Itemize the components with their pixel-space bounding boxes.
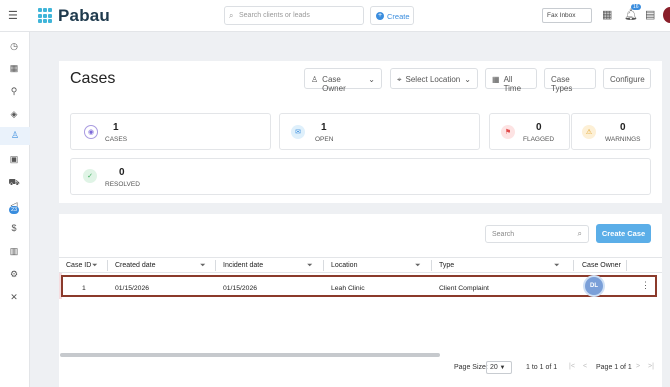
column-header[interactable]: Case Owner bbox=[582, 262, 621, 269]
fax-inbox-button[interactable]: Fax Inbox bbox=[542, 8, 592, 23]
clients-icon[interactable]: ♙ bbox=[0, 127, 30, 145]
calendar-icon[interactable]: ▦ bbox=[602, 8, 612, 21]
first-page-icon[interactable]: |< bbox=[569, 363, 575, 370]
settings-icon[interactable]: ⚙ bbox=[8, 269, 20, 280]
stat-label: FLAGGED bbox=[523, 136, 555, 143]
last-page-icon[interactable]: >| bbox=[648, 363, 654, 370]
stat-value: 0 bbox=[119, 167, 125, 178]
case-types-label: Case Types bbox=[551, 75, 573, 93]
user-icon: ♙ bbox=[311, 75, 319, 84]
filter-icon[interactable]: ⏷ bbox=[307, 262, 313, 270]
calendar-icon: ▦ bbox=[492, 75, 500, 84]
plus-icon: + bbox=[376, 12, 384, 20]
logo[interactable]: Pabau bbox=[38, 6, 110, 26]
thumbs-up-icon: ✓ bbox=[83, 169, 97, 183]
fax-label: Fax Inbox bbox=[547, 12, 576, 19]
next-page-icon[interactable]: > bbox=[636, 363, 640, 370]
chevron-down-icon: ⌄ bbox=[368, 75, 375, 84]
stat-card-flagged[interactable]: ⚑ 0 FLAGGED bbox=[489, 113, 570, 150]
menu-icon[interactable]: ☰ bbox=[8, 9, 18, 22]
stat-value: 1 bbox=[113, 122, 119, 133]
case-owner-filter[interactable]: ♙ Case Owner ⌄ bbox=[304, 68, 382, 93]
cases-icon: ◉ bbox=[84, 125, 98, 139]
cell-location: Leah Clinic bbox=[331, 285, 365, 292]
stat-card-resolved[interactable]: ✓ 0 RESOLVED bbox=[70, 158, 651, 195]
inventory-icon[interactable]: ▥ bbox=[8, 246, 20, 257]
cell-case-id: 1 bbox=[82, 285, 86, 292]
flag-icon: ⚑ bbox=[501, 125, 515, 139]
stat-label: WARNINGS bbox=[605, 136, 641, 143]
marketing-icon[interactable]: ◈ bbox=[8, 109, 20, 120]
page-size-value: 20 bbox=[490, 364, 498, 371]
top-bar: ☰ Pabau ⌕ Search clients or leads + Crea… bbox=[0, 0, 670, 32]
table-search-input[interactable]: Search ⌕ bbox=[485, 225, 589, 243]
sidebar-badge: 23 bbox=[9, 206, 20, 214]
create-case-button[interactable]: Create Case bbox=[596, 224, 651, 243]
envelope-icon: ✉ bbox=[291, 125, 305, 139]
location-pin-icon: ⌖ bbox=[397, 75, 402, 84]
stat-card-open[interactable]: ✉ 1 OPEN bbox=[279, 113, 480, 150]
chevron-down-icon: ⌄ bbox=[464, 75, 471, 84]
filter-icon[interactable]: ⏷ bbox=[92, 262, 98, 270]
stat-label: RESOLVED bbox=[105, 181, 140, 188]
stat-value: 0 bbox=[620, 122, 626, 133]
stat-value: 1 bbox=[321, 122, 327, 133]
stat-label: CASES bbox=[105, 136, 128, 143]
more-options-icon[interactable]: ⋮ bbox=[641, 280, 650, 291]
pager-range: 1 to 1 of 1 bbox=[526, 364, 558, 371]
filter-icon[interactable]: ⏷ bbox=[200, 262, 206, 270]
table-row[interactable]: 1 01/15/2026 01/15/2026 Leah Clinic Clie… bbox=[61, 275, 657, 297]
pager-page: Page 1 of 1 bbox=[596, 364, 632, 371]
page-size-select[interactable]: 20 ▼ bbox=[486, 361, 512, 374]
search-icon: ⌕ bbox=[229, 11, 234, 20]
notification-count: 16 bbox=[631, 4, 641, 10]
location-label: Select Location bbox=[405, 75, 461, 84]
finance-icon[interactable]: $ bbox=[8, 223, 20, 233]
column-header[interactable]: Case ID bbox=[66, 262, 91, 269]
stat-card-cases[interactable]: ◉ 1 CASES bbox=[70, 113, 271, 150]
filter-icon[interactable]: ⏷ bbox=[554, 262, 560, 270]
create-label: Create bbox=[387, 12, 410, 21]
brand-name: Pabau bbox=[58, 6, 111, 25]
configure-button[interactable]: Configure bbox=[603, 68, 651, 89]
stat-label: OPEN bbox=[315, 136, 334, 143]
column-header[interactable]: Created date bbox=[115, 262, 155, 269]
location-filter[interactable]: ⌖ Select Location ⌄ bbox=[390, 68, 478, 89]
logo-icon bbox=[38, 8, 54, 24]
column-header[interactable]: Location bbox=[331, 262, 357, 269]
table-search-placeholder: Search bbox=[492, 231, 515, 238]
cart-icon[interactable]: ⛟ bbox=[8, 177, 20, 189]
case-owner-label: Case Owner bbox=[322, 75, 346, 93]
calendar-icon[interactable]: ▦ bbox=[8, 63, 20, 74]
horizontal-scrollbar[interactable] bbox=[60, 353, 440, 357]
time-filter[interactable]: ▦ All Time bbox=[485, 68, 537, 93]
calendar-clock-icon[interactable]: ▤ bbox=[645, 8, 655, 21]
stat-value: 0 bbox=[536, 122, 542, 133]
reports-icon[interactable]: ▣ bbox=[8, 154, 20, 165]
stat-card-warnings[interactable]: ⚠ 0 WARNINGS bbox=[571, 113, 651, 150]
create-button[interactable]: + Create bbox=[370, 6, 414, 25]
cell-created-date: 01/15/2026 bbox=[115, 285, 150, 292]
page-size-label: Page Size: bbox=[454, 364, 488, 371]
column-header[interactable]: Type bbox=[439, 262, 454, 269]
page-title: Cases bbox=[70, 70, 116, 87]
global-search-input[interactable]: ⌕ Search clients or leads bbox=[224, 6, 364, 25]
table-header: Case ID ⏷ Created date ⏷ Incident date ⏷… bbox=[59, 257, 662, 273]
configure-label: Configure bbox=[610, 75, 645, 84]
cell-type: Client Complaint bbox=[439, 285, 489, 292]
user-avatar[interactable] bbox=[663, 7, 670, 23]
dashboard-icon[interactable]: ◷ bbox=[8, 41, 20, 52]
global-search-placeholder: Search clients or leads bbox=[239, 12, 310, 19]
time-label: All Time bbox=[503, 75, 522, 93]
column-header[interactable]: Incident date bbox=[223, 262, 263, 269]
tools-icon[interactable]: ✕ bbox=[8, 292, 20, 303]
warning-icon: ⚠ bbox=[582, 125, 596, 139]
search-icon: ⌕ bbox=[577, 229, 582, 238]
case-types-button[interactable]: Case Types bbox=[544, 68, 596, 93]
filter-icon[interactable]: ⏷ bbox=[415, 262, 421, 270]
owner-avatar[interactable]: DL bbox=[585, 277, 603, 295]
cell-incident-date: 01/15/2026 bbox=[223, 285, 258, 292]
leads-icon[interactable]: ⚲ bbox=[8, 86, 20, 97]
prev-page-icon[interactable]: < bbox=[583, 363, 587, 370]
